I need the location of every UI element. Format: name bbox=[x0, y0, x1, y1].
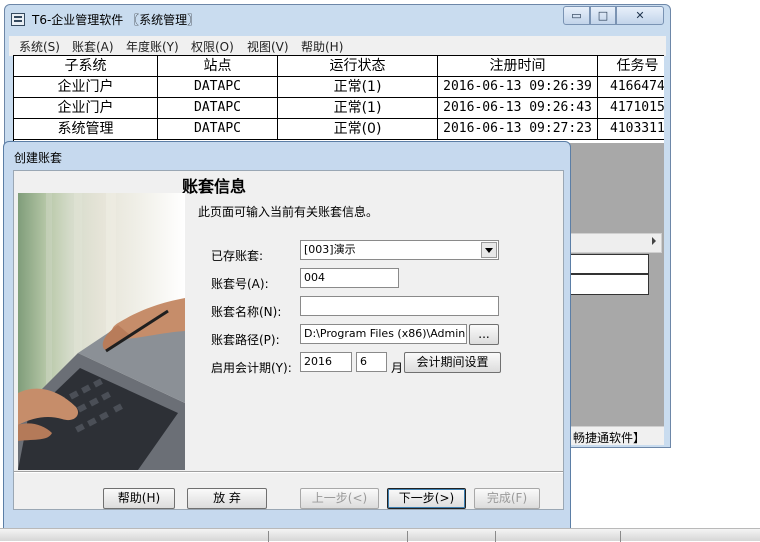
divider bbox=[407, 531, 408, 542]
table-cell[interactable]: 4166474 bbox=[598, 77, 664, 98]
list-box[interactable] bbox=[569, 254, 649, 274]
account-number-label: 账套号(A): bbox=[211, 277, 269, 291]
menu-year[interactable]: 年度账(Y) bbox=[126, 38, 179, 55]
account-number-input[interactable]: 004 bbox=[300, 268, 399, 288]
column-header-site[interactable]: 站点 bbox=[158, 56, 278, 77]
main-titlebar[interactable]: T6-企业管理软件 〖系统管理〗 ▭ □ ✕ bbox=[5, 5, 670, 35]
account-path-label: 账套路径(P): bbox=[211, 333, 280, 347]
existing-account-label: 已存账套: bbox=[211, 249, 264, 263]
start-month-input[interactable]: 6 bbox=[356, 352, 387, 372]
window-title: T6-企业管理软件 〖系统管理〗 bbox=[32, 13, 200, 27]
abandon-button[interactable]: 放 弃 bbox=[187, 488, 267, 509]
list-box[interactable] bbox=[569, 274, 649, 295]
start-period-label: 启用会计期(Y): bbox=[211, 361, 292, 375]
table-cell[interactable]: 系统管理 bbox=[14, 119, 158, 140]
horizontal-scrollbar[interactable] bbox=[569, 233, 662, 253]
menu-account[interactable]: 账套(A) bbox=[72, 38, 114, 55]
status-text: 畅捷通软件】 bbox=[573, 431, 646, 445]
app-icon bbox=[11, 13, 25, 26]
column-header-register-time[interactable]: 注册时间 bbox=[438, 56, 598, 77]
account-name-label: 账套名称(N): bbox=[211, 305, 282, 319]
table-cell[interactable]: DATAPC bbox=[158, 77, 278, 98]
period-settings-button[interactable]: 会计期间设置 bbox=[404, 352, 501, 373]
table-cell[interactable]: 企业门户 bbox=[14, 98, 158, 119]
table-cell[interactable]: DATAPC bbox=[158, 98, 278, 119]
table-cell[interactable]: 2016-06-13 09:27:23 bbox=[438, 119, 598, 140]
menu-system[interactable]: 系统(S) bbox=[19, 38, 60, 55]
table-cell[interactable]: DATAPC bbox=[158, 119, 278, 140]
page-description: 此页面可输入当前有关账套信息。 bbox=[198, 205, 379, 219]
account-name-input[interactable] bbox=[300, 296, 499, 316]
month-unit-label: 月 bbox=[391, 361, 404, 375]
column-header-subsystem[interactable]: 子系统 bbox=[14, 56, 158, 77]
start-year-input[interactable]: 2016 bbox=[300, 352, 352, 372]
create-account-dialog: 创建账套 账套信息 此页面可输入当前有关账套信息。 已存账套: [003]演示 … bbox=[3, 141, 571, 532]
divider bbox=[620, 531, 621, 542]
table-cell[interactable]: 企业门户 bbox=[14, 77, 158, 98]
table-cell[interactable]: 4103311 bbox=[598, 119, 664, 140]
menu-permission[interactable]: 权限(O) bbox=[191, 38, 234, 55]
wizard-illustration bbox=[18, 193, 185, 470]
column-header-status[interactable]: 运行状态 bbox=[278, 56, 438, 77]
table-cell[interactable]: 2016-06-13 09:26:39 bbox=[438, 77, 598, 98]
help-button[interactable]: 帮助(H) bbox=[103, 488, 175, 509]
minimize-button[interactable]: ▭ bbox=[563, 6, 590, 25]
scroll-right-arrow-icon[interactable] bbox=[652, 237, 656, 245]
chevron-down-icon[interactable] bbox=[481, 242, 497, 258]
maximize-button[interactable]: □ bbox=[590, 6, 616, 25]
column-header-task-id[interactable]: 任务号 bbox=[598, 56, 664, 77]
prev-button[interactable]: 上一步(<) bbox=[300, 488, 379, 509]
existing-account-value: [003]演示 bbox=[304, 243, 356, 256]
menu-bar: 系统(S) 账套(A) 年度账(Y) 权限(O) 视图(V) 帮助(H) bbox=[9, 36, 666, 56]
table-cell[interactable]: 4171015 bbox=[598, 98, 664, 119]
table-cell[interactable]: 2016-06-13 09:26:43 bbox=[438, 98, 598, 119]
existing-account-select[interactable]: [003]演示 bbox=[300, 240, 499, 260]
taskbar-strip bbox=[0, 528, 760, 542]
finish-button[interactable]: 完成(F) bbox=[474, 488, 540, 509]
table-cell[interactable]: 正常(1) bbox=[278, 77, 438, 98]
next-button[interactable]: 下一步(>) bbox=[387, 488, 466, 509]
session-table: 子系统 站点 运行状态 注册时间 任务号 企业门户 DATAPC 正常(1) 2… bbox=[13, 55, 664, 143]
divider bbox=[495, 531, 496, 542]
divider bbox=[14, 471, 563, 473]
dialog-panel: 账套信息 此页面可输入当前有关账套信息。 已存账套: [003]演示 账套号(A… bbox=[13, 170, 564, 510]
dialog-title: 创建账套 bbox=[14, 151, 63, 165]
menu-help[interactable]: 帮助(H) bbox=[301, 38, 343, 55]
table-cell[interactable]: 正常(1) bbox=[278, 98, 438, 119]
menu-view[interactable]: 视图(V) bbox=[247, 38, 289, 55]
table-cell[interactable]: 正常(0) bbox=[278, 119, 438, 140]
close-button[interactable]: ✕ bbox=[616, 6, 664, 25]
divider bbox=[268, 531, 269, 542]
page-heading: 账套信息 bbox=[182, 177, 247, 196]
account-path-input[interactable]: D:\Program Files (x86)\Admin bbox=[300, 324, 467, 344]
browse-button[interactable]: ... bbox=[469, 324, 499, 345]
